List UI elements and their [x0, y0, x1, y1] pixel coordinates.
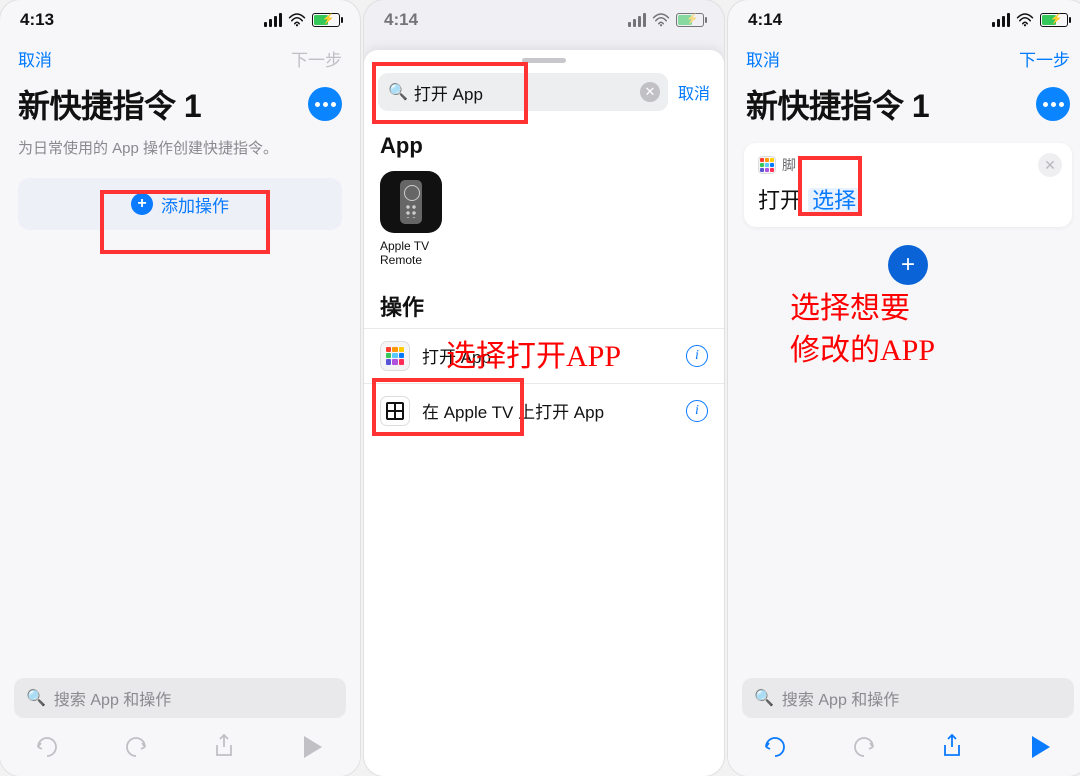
subtitle: 为日常使用的 App 操作创建快捷指令。: [0, 131, 360, 168]
info-icon[interactable]: i: [686, 345, 708, 367]
app-tile-label-2: Remote: [380, 253, 708, 267]
annotation-text: 选择打开APP: [446, 336, 621, 378]
next-link[interactable]: 下一步: [291, 46, 342, 71]
search-sheet: 🔍 打开 App ✕ 取消 App Apple TV Remote 操作 打开 …: [364, 50, 724, 776]
status-icons: ⚡: [264, 13, 340, 27]
clock: 4:14: [384, 10, 418, 30]
close-icon[interactable]: ✕: [1038, 153, 1062, 177]
shortcuts-icon: [380, 341, 410, 371]
section-header-actions: 操作: [364, 278, 724, 328]
search-icon: 🔍: [754, 688, 774, 708]
status-bar: 4:14 ⚡: [364, 0, 724, 40]
page-title: 新快捷指令 1: [18, 81, 201, 127]
page-title: 新快捷指令 1: [746, 81, 929, 127]
more-button[interactable]: [308, 87, 342, 121]
card-header-label: 脚: [782, 155, 796, 175]
action-row-open-on-appletv[interactable]: 在 Apple TV 上打开 App i: [364, 383, 724, 438]
search-icon: 🔍: [26, 688, 46, 708]
battery-icon: ⚡: [676, 13, 704, 27]
bottom-dock: 🔍 搜索 App 和操作: [0, 668, 360, 776]
toolbar: [14, 718, 346, 762]
screen-2: 4:14 ⚡ 🔍 打开 App ✕ 取消 App Apple TV Remote…: [364, 0, 724, 776]
action-card-open-app[interactable]: 脚 打开 选择 ✕: [744, 143, 1072, 227]
appletv-remote-icon: [380, 171, 442, 233]
clock: 4:14: [748, 10, 782, 30]
film-icon: [380, 396, 410, 426]
cancel-link[interactable]: 取消: [678, 80, 710, 104]
search-input[interactable]: 🔍 搜索 App 和操作: [742, 678, 1074, 718]
status-icons: ⚡: [628, 13, 704, 27]
play-button[interactable]: [296, 732, 330, 762]
undo-button[interactable]: [30, 732, 64, 762]
annotation-text-2: 修改的APP: [790, 330, 935, 372]
status-bar: 4:14 ⚡: [728, 0, 1080, 40]
toolbar: [742, 718, 1074, 762]
cancel-link[interactable]: 取消: [746, 46, 780, 71]
app-tile-label-1: Apple TV: [380, 239, 708, 253]
redo-button[interactable]: [847, 732, 881, 762]
clock: 4:13: [20, 10, 54, 30]
title-row: 新快捷指令 1: [728, 75, 1080, 131]
battery-icon: ⚡: [1040, 13, 1068, 27]
search-icon: 🔍: [388, 82, 408, 102]
action-row-label: 在 Apple TV 上打开 App: [422, 398, 604, 423]
nav-row: 取消 下一步: [0, 40, 360, 75]
wifi-icon: [288, 13, 306, 27]
add-action-button[interactable]: + 添加操作: [18, 178, 342, 230]
status-bar: 4:13 ⚡: [0, 0, 360, 40]
signal-icon: [992, 13, 1010, 27]
section-header-app: App: [364, 121, 724, 165]
add-step-button[interactable]: +: [888, 245, 928, 285]
redo-button[interactable]: [119, 732, 153, 762]
info-icon[interactable]: i: [686, 400, 708, 422]
card-body: 打开 选择: [758, 183, 1058, 215]
more-button[interactable]: [1036, 87, 1070, 121]
select-app-slot[interactable]: 选择: [808, 188, 860, 213]
wifi-icon: [652, 13, 670, 27]
search-input[interactable]: 🔍 打开 App ✕: [378, 73, 668, 111]
status-icons: ⚡: [992, 13, 1068, 27]
signal-icon: [264, 13, 282, 27]
card-header: 脚: [758, 155, 1058, 175]
plus-circle-icon: +: [131, 193, 153, 215]
screen-3: 4:14 ⚡ 取消 下一步 新快捷指令 1 脚 打开 选择 ✕ + 🔍 搜索 A…: [728, 0, 1080, 776]
clear-icon[interactable]: ✕: [640, 82, 660, 102]
next-link[interactable]: 下一步: [1019, 46, 1070, 71]
signal-icon: [628, 13, 646, 27]
share-button[interactable]: [935, 732, 969, 762]
search-value: 打开 App: [414, 80, 483, 105]
search-input[interactable]: 🔍 搜索 App 和操作: [14, 678, 346, 718]
sheet-grabber[interactable]: [522, 58, 566, 63]
app-tile-appletv-remote[interactable]: Apple TV Remote: [364, 165, 724, 278]
share-button[interactable]: [207, 732, 241, 762]
undo-button[interactable]: [758, 732, 792, 762]
search-row: 🔍 打开 App ✕ 取消: [364, 69, 724, 121]
add-action-label: 添加操作: [161, 192, 229, 217]
battery-icon: ⚡: [312, 13, 340, 27]
cancel-link[interactable]: 取消: [18, 46, 52, 71]
title-row: 新快捷指令 1: [0, 75, 360, 131]
card-open-label: 打开: [758, 188, 802, 213]
search-placeholder: 搜索 App 和操作: [782, 686, 899, 710]
annotation-text-1: 选择想要: [790, 288, 910, 330]
screen-1: 4:13 ⚡ 取消 下一步 新快捷指令 1 为日常使用的 App 操作创建快捷指…: [0, 0, 360, 776]
grid-colors: [386, 347, 404, 365]
bottom-dock: 🔍 搜索 App 和操作: [728, 668, 1080, 776]
search-placeholder: 搜索 App 和操作: [54, 686, 171, 710]
shortcuts-mini-icon: [758, 156, 776, 174]
play-button[interactable]: [1024, 732, 1058, 762]
wifi-icon: [1016, 13, 1034, 27]
nav-row: 取消 下一步: [728, 40, 1080, 75]
